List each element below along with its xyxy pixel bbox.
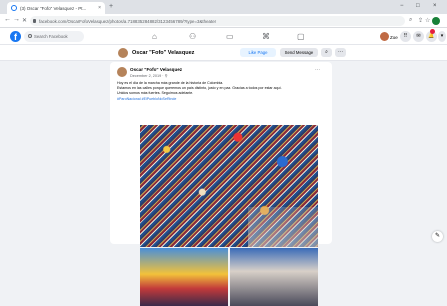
send-message-button[interactable]: Send Message [280,48,318,57]
post-author[interactable]: Oscar "Fofo" Velasquez [130,67,182,72]
post-photo-main[interactable] [140,125,318,247]
star-icon[interactable]: ☆ [425,17,430,24]
profile-icon[interactable] [432,17,440,25]
post-text-line: Unidos somos más fuertes. Seguimos adela… [117,91,194,96]
marketplace-icon[interactable]: ⌘ [262,32,270,41]
photo-plaza-area [248,207,318,247]
facebook-favicon-icon [11,5,17,11]
post-text: Hoy es el día de la marcha más grande de… [117,81,325,102]
post-author-avatar[interactable] [117,67,127,77]
notification-badge [430,29,435,34]
groups-icon[interactable]: ▢ [297,32,305,41]
new-tab-button[interactable]: + [109,3,113,10]
close-window-button[interactable]: × [433,3,437,9]
post-photo-thumbnail[interactable] [230,248,318,306]
forward-button[interactable]: → [13,16,20,23]
lock-icon [33,19,36,23]
profile-name[interactable]: Zoe [390,35,398,40]
watch-icon[interactable]: ▭ [226,32,234,41]
browser-toolbar: ← → ✕ facebook.com/OscarFofoVelasquez/ph… [0,14,447,28]
post-more-button[interactable]: ··· [315,67,320,73]
back-button[interactable]: ← [4,16,11,23]
share-icon[interactable]: ⇪ [418,17,423,24]
page-avatar[interactable] [118,48,128,58]
tab-title: (3) Oscar "Fofo" Velasquez - Pt... [20,5,87,11]
page-title[interactable]: Oscar "Fofo" Velasquez [132,50,194,56]
tab-close-icon[interactable]: × [98,5,101,11]
search-page-button[interactable]: ⌕ [321,48,332,57]
browser-titlebar: (3) Oscar "Fofo" Velasquez - Pt... × + −… [0,0,447,14]
minimize-button[interactable]: − [400,3,404,9]
page-header: Oscar "Fofo" Velasquez Like Page Send Me… [0,45,447,61]
menu-grid-icon[interactable]: ⠿ [400,31,411,42]
search-icon[interactable]: ⌕ [409,17,412,24]
reload-button[interactable]: ✕ [22,17,27,24]
new-message-button[interactable]: ✎ [432,231,443,242]
friends-icon[interactable]: ⚇ [189,32,196,41]
home-icon[interactable]: ⌂ [152,32,157,41]
like-page-button[interactable]: Like Page [240,48,276,57]
search-input[interactable]: Search Facebook [24,31,84,42]
post-date[interactable]: December 2, 2019 · ⚲ [130,73,167,78]
post-hashtags[interactable]: #ParoNacional #ElPuebloNoSeRinde [117,97,325,102]
more-options-button[interactable]: ··· [335,48,346,57]
post-card: Oscar "Fofo" Velasquez December 2, 2019 … [110,62,332,306]
post-photo-thumbnail[interactable] [140,248,228,306]
facebook-navbar: f Search Facebook ⌂ ⚇ ▭ ⌘ ▢ Zoe ⠿ ✉ 🔔 ▾ [0,28,447,45]
browser-tab[interactable]: (3) Oscar "Fofo" Velasquez - Pt... × [7,2,105,14]
address-bar[interactable]: facebook.com/OscarFofoVelasquez/photos/a… [30,16,405,26]
post-text-line: Estamos en las calles porque queremos un… [117,86,282,91]
search-icon [28,34,32,38]
post-text-line: Hoy es el día de la marcha más grande de… [117,81,224,85]
account-icon[interactable]: ▾ [438,31,446,42]
facebook-logo-icon[interactable]: f [10,31,21,42]
messenger-icon[interactable]: ✉ [413,31,424,42]
maximize-button[interactable]: □ [416,3,420,9]
avatar[interactable] [380,32,389,41]
